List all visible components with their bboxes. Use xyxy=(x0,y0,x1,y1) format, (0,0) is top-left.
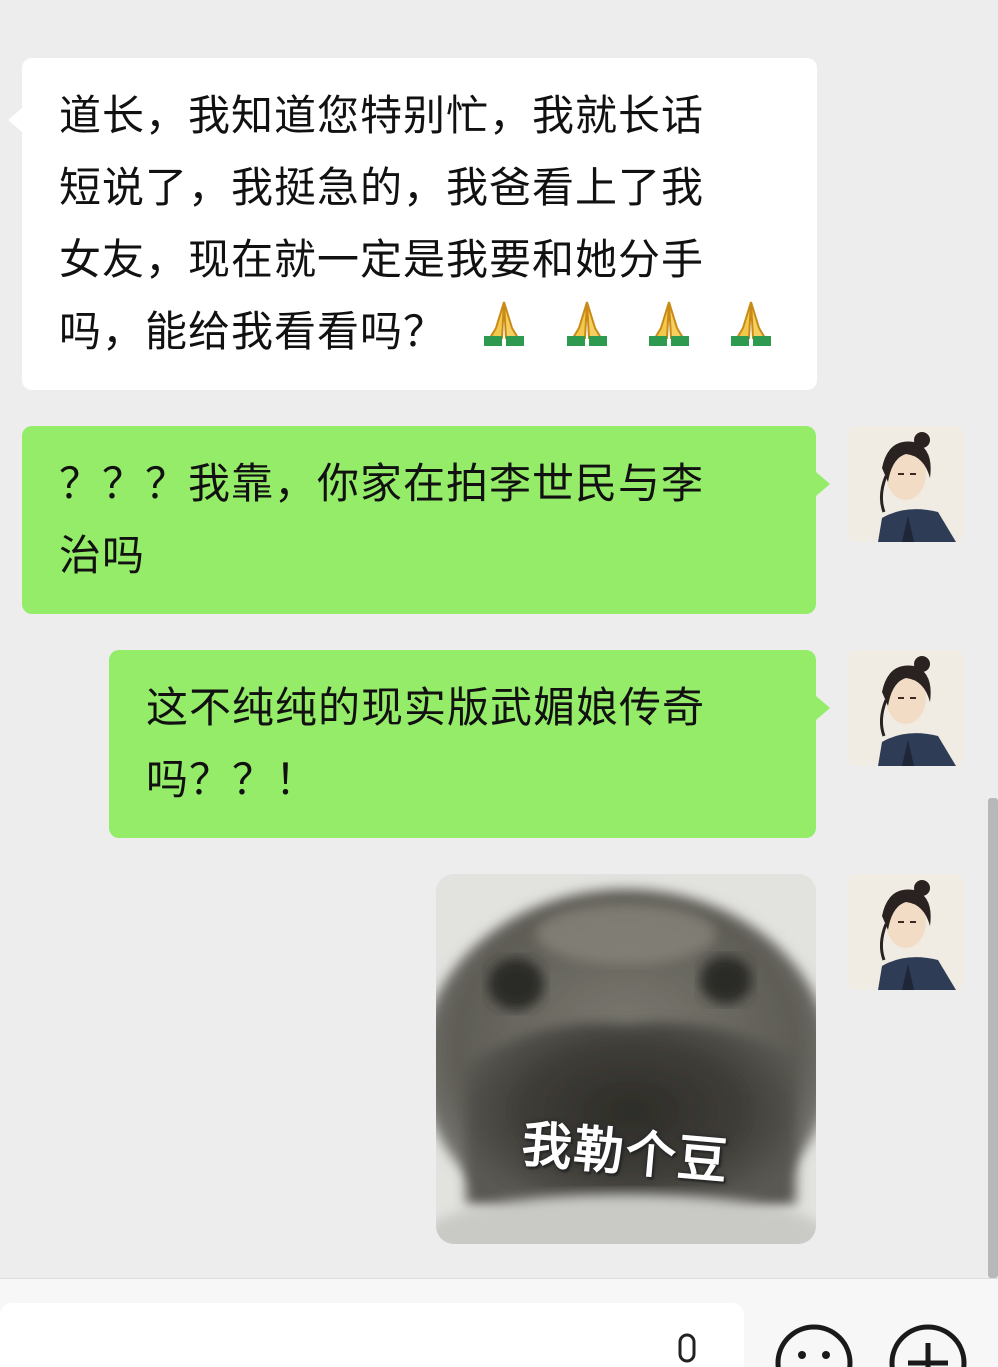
avatar-illustration xyxy=(848,650,964,766)
avatar[interactable] xyxy=(848,874,964,990)
message-line: 治吗 xyxy=(59,531,146,580)
smiley-icon[interactable] xyxy=(774,1323,854,1367)
message-text: 道长，我知道您特别忙，我就长话 短说了，我挺急的，我爸看上了我 女友，现在就一定… xyxy=(59,80,817,372)
message-line: ？？？我靠，你家在拍李世民与李 xyxy=(59,459,705,508)
folded-hands-icon xyxy=(639,298,699,372)
bubble-tail xyxy=(816,696,830,720)
avatar-illustration xyxy=(848,874,964,990)
scrollbar[interactable] xyxy=(988,798,998,1278)
bubble-tail xyxy=(816,472,830,496)
bubble-tail xyxy=(8,108,22,132)
microphone-icon[interactable] xyxy=(670,1333,704,1367)
chat-message-list[interactable]: 道长，我知道您特别忙，我就长话 短说了，我挺急的，我爸看上了我 女友，现在就一定… xyxy=(0,0,998,1278)
input-bar xyxy=(0,1278,998,1367)
message-text: 这不纯纯的现实版武媚娘传奇 吗？？！ xyxy=(146,672,816,816)
message-bubble-sent[interactable]: ？？？我靠，你家在拍李世民与李 治吗 xyxy=(22,426,830,614)
folded-hands-icon xyxy=(721,298,781,372)
message-line: 短说了，我挺急的，我爸看上了我 xyxy=(59,163,705,212)
message-line: 吗？？！ xyxy=(146,755,319,804)
avatar-illustration xyxy=(848,426,964,542)
message-bubble-sent[interactable]: 这不纯纯的现实版武媚娘传奇 吗？？！ xyxy=(109,650,830,838)
avatar[interactable] xyxy=(848,650,964,766)
avatar[interactable] xyxy=(848,426,964,542)
message-line: 这不纯纯的现实版武媚娘传奇 xyxy=(146,683,706,732)
plus-icon[interactable] xyxy=(888,1323,968,1367)
message-line: 女友，现在就一定是我要和她分手 xyxy=(59,235,705,284)
folded-hands-icon xyxy=(557,298,617,372)
message-line: 道长，我知道您特别忙，我就长话 xyxy=(59,91,705,140)
message-input[interactable] xyxy=(0,1303,744,1367)
sticker-image xyxy=(436,874,816,1244)
message-bubble-received[interactable]: 道长，我知道您特别忙，我就长话 短说了，我挺急的，我爸看上了我 女友，现在就一定… xyxy=(8,58,817,390)
sticker-message[interactable]: 我勒个豆 xyxy=(436,874,816,1244)
message-text: ？？？我靠，你家在拍李世民与李 治吗 xyxy=(59,448,816,592)
folded-hands-icon xyxy=(474,298,534,372)
message-line: 吗，能给我看看吗？ xyxy=(59,296,817,372)
message-line-text: 吗，能给我看看吗？ xyxy=(59,307,447,356)
